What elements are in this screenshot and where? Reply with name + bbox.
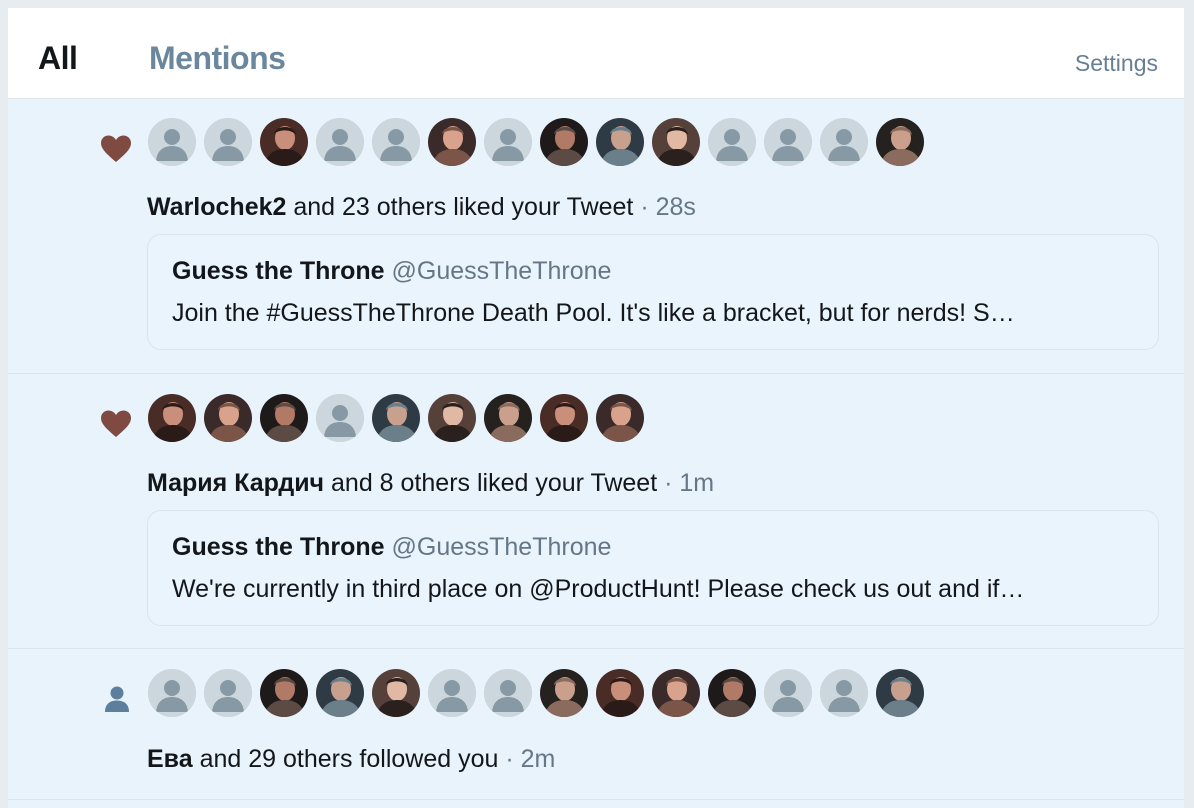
avatar-default[interactable] <box>763 117 813 167</box>
avatar-default[interactable] <box>483 668 533 718</box>
avatar-photo[interactable] <box>203 393 253 443</box>
heart-icon <box>100 409 132 444</box>
actor-name[interactable]: Ева <box>147 745 193 773</box>
notification-summary: Ева and 29 others followed you · 2m <box>147 745 555 774</box>
notifications-header: All Mentions Settings <box>8 8 1184 99</box>
action-text: and 8 others liked your Tweet <box>324 469 658 497</box>
notification-item[interactable]: Мария Кардич and 8 others liked your Twe… <box>8 374 1184 649</box>
quoted-author-name: Guess the Throne <box>172 257 385 285</box>
quoted-tweet-header: Guess the Throne @GuessTheThrone <box>172 533 611 562</box>
tab-all[interactable]: All <box>38 40 78 77</box>
quoted-tweet-header: Guess the Throne @GuessTheThrone <box>172 257 611 286</box>
separator-dot: · <box>657 469 680 497</box>
avatar-default[interactable] <box>203 668 253 718</box>
quoted-author-handle: @GuessTheThrone <box>384 533 612 561</box>
person-icon <box>104 685 130 718</box>
action-text: and 23 others liked your Tweet <box>286 193 634 221</box>
quoted-tweet[interactable]: Guess the Throne @GuessTheThrone Join th… <box>147 234 1159 350</box>
avatar-photo[interactable] <box>259 668 309 718</box>
timestamp: 28s <box>655 193 696 221</box>
avatar-photo[interactable] <box>259 393 309 443</box>
avatar-photo[interactable] <box>595 117 645 167</box>
notifications-panel: All Mentions Settings Warlochek2 and 23 … <box>8 8 1184 808</box>
avatar-default[interactable] <box>763 668 813 718</box>
avatar-photo[interactable] <box>595 668 645 718</box>
heart-icon <box>100 134 132 169</box>
avatar-photo[interactable] <box>539 117 589 167</box>
quoted-tweet-text: We're currently in third place on @Produ… <box>172 575 1025 603</box>
quoted-author-handle: @GuessTheThrone <box>384 257 612 285</box>
action-text: and 29 others followed you <box>192 745 499 773</box>
notification-summary: Warlochek2 and 23 others liked your Twee… <box>147 193 696 222</box>
separator-dot: · <box>633 193 656 221</box>
avatar-default[interactable] <box>371 117 421 167</box>
notification-summary: Мария Кардич and 8 others liked your Twe… <box>147 469 714 498</box>
avatar-default[interactable] <box>819 668 869 718</box>
avatar-photo[interactable] <box>483 393 533 443</box>
avatar-photo[interactable] <box>371 668 421 718</box>
avatar-photo[interactable] <box>875 668 925 718</box>
avatar-photo[interactable] <box>651 668 701 718</box>
avatar-default[interactable] <box>147 668 197 718</box>
avatar-default[interactable] <box>707 117 757 167</box>
avatar-default[interactable] <box>147 117 197 167</box>
timestamp: 2m <box>520 745 556 773</box>
avatar-photo[interactable] <box>539 393 589 443</box>
avatar-default[interactable] <box>483 117 533 167</box>
quoted-author-name: Guess the Throne <box>172 533 385 561</box>
timestamp: 1m <box>679 469 715 497</box>
avatar-photo[interactable] <box>315 668 365 718</box>
avatar-photo[interactable] <box>371 393 421 443</box>
separator-dot: · <box>498 745 521 773</box>
quoted-tweet[interactable]: Guess the Throne @GuessTheThrone We're c… <box>147 510 1159 626</box>
avatar-default[interactable] <box>203 117 253 167</box>
actor-name[interactable]: Мария Кардич <box>147 469 324 497</box>
notification-item[interactable]: Warlochek2 and 23 others liked your Twee… <box>8 99 1184 374</box>
avatar-default[interactable] <box>315 393 365 443</box>
avatar-default[interactable] <box>427 668 477 718</box>
avatar-default[interactable] <box>315 117 365 167</box>
quoted-tweet-text: Join the #GuessTheThrone Death Pool. It'… <box>172 299 1015 327</box>
avatar-photo[interactable] <box>595 393 645 443</box>
avatar-photo[interactable] <box>147 393 197 443</box>
avatar-photo[interactable] <box>427 117 477 167</box>
settings-link[interactable]: Settings <box>1075 50 1158 77</box>
avatar-photo[interactable] <box>707 668 757 718</box>
avatar-photo[interactable] <box>651 117 701 167</box>
avatar-photo[interactable] <box>875 117 925 167</box>
avatar-photo[interactable] <box>259 117 309 167</box>
notification-item[interactable]: Ева and 29 others followed you · 2m <box>8 649 1184 800</box>
tab-mentions[interactable]: Mentions <box>149 40 286 77</box>
avatar-photo[interactable] <box>539 668 589 718</box>
avatar-photo[interactable] <box>427 393 477 443</box>
avatar-default[interactable] <box>819 117 869 167</box>
actor-name[interactable]: Warlochek2 <box>147 193 286 221</box>
